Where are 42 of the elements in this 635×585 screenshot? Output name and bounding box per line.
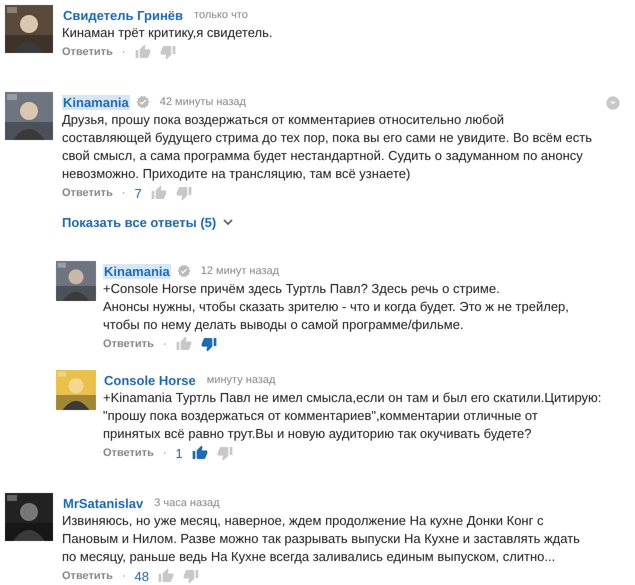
author-name[interactable]: MrSatanislav — [62, 496, 144, 510]
menu-icon[interactable] — [605, 95, 621, 111]
comment-time: 42 минуты назад — [160, 96, 246, 108]
comment-text: принятых всё равно трут.Вы и новую аудиторию так окучивать будете? — [103, 425, 532, 443]
author-name[interactable]: Свидетель Гринёв — [62, 8, 184, 22]
like-count: 7 — [134, 186, 142, 200]
separator-dot: · — [162, 338, 167, 350]
chevron-down-icon — [223, 219, 234, 225]
comment-text: составляющей будущего стрима до тех пор, пока вы его сами не увидите. Во всём есть — [62, 129, 594, 147]
comment-text: свой смысл, а сама программа будет нестандартной. Судить о задуманном по анонсу — [62, 147, 584, 165]
comment-text: по месяцу, раньше ведь На Кухне всегда заливались единым выпуском, слитно... — [62, 548, 556, 566]
comment-text: +Console Horse причём здесь Туртль Павл? Здесь речь о стриме. — [103, 280, 501, 298]
comment-time: 12 минут назад — [200, 265, 280, 277]
author-name[interactable]: Kinamania — [103, 264, 171, 278]
separator-dot: · — [122, 46, 126, 58]
like-count: 1 — [176, 446, 183, 460]
comment-text: невозможно. Приходите на трансляцию, там всё узнаете) — [62, 165, 412, 183]
comment-time: 3 часа назад — [154, 497, 220, 509]
separator-dot: · — [122, 570, 126, 582]
author-name[interactable]: Console Horse — [103, 372, 197, 388]
comment-time: только что — [194, 9, 248, 21]
comment-text: +Kinamania Туртль Павл не имел смысла,если он там и был его скатили.Цитирую: — [103, 389, 602, 407]
reply-link[interactable]: Ответить — [62, 46, 113, 58]
comment-text: "прошу пока воздержаться от комментариев",комментарии отличные от — [103, 407, 539, 425]
author-name[interactable]: Kinamania — [62, 94, 130, 110]
comment-text: Друзья, прошу пока воздержаться от комментариев относительно любой — [62, 111, 506, 129]
like-count: 48 — [134, 568, 149, 584]
comment-text: чтобы по нему делать выводы о самой программе/фильме. — [103, 316, 465, 334]
comment-text: Анонсы нужны, чтобы сказать зрителю - что и когда будет. Это ж не трейлер, — [103, 298, 570, 316]
separator-dot: · — [122, 187, 126, 199]
comment-text: Пановым и Нилом. Разве можно так разрывать выпуски На Кухне и заставлять ждать — [62, 530, 581, 548]
like-button[interactable] — [192, 445, 208, 461]
separator-dot: · — [162, 447, 167, 459]
reply-link[interactable]: Ответить — [62, 187, 113, 199]
show-replies-button[interactable]: Показать все ответы (5) — [62, 213, 234, 231]
reply-link[interactable]: Ответить — [103, 447, 154, 459]
comment-time: минуту назад — [206, 374, 276, 386]
comment-text: Извиняюсь, но уже месяц, наверное, ждем продолжение На кухне Донки Конг с — [62, 512, 544, 530]
comment-text: Кинаман трёт критику,я свидетель. — [62, 24, 274, 42]
reply-link[interactable]: Ответить — [103, 338, 154, 350]
dislike-button[interactable] — [200, 336, 217, 352]
reply-link[interactable]: Ответить — [62, 570, 113, 582]
